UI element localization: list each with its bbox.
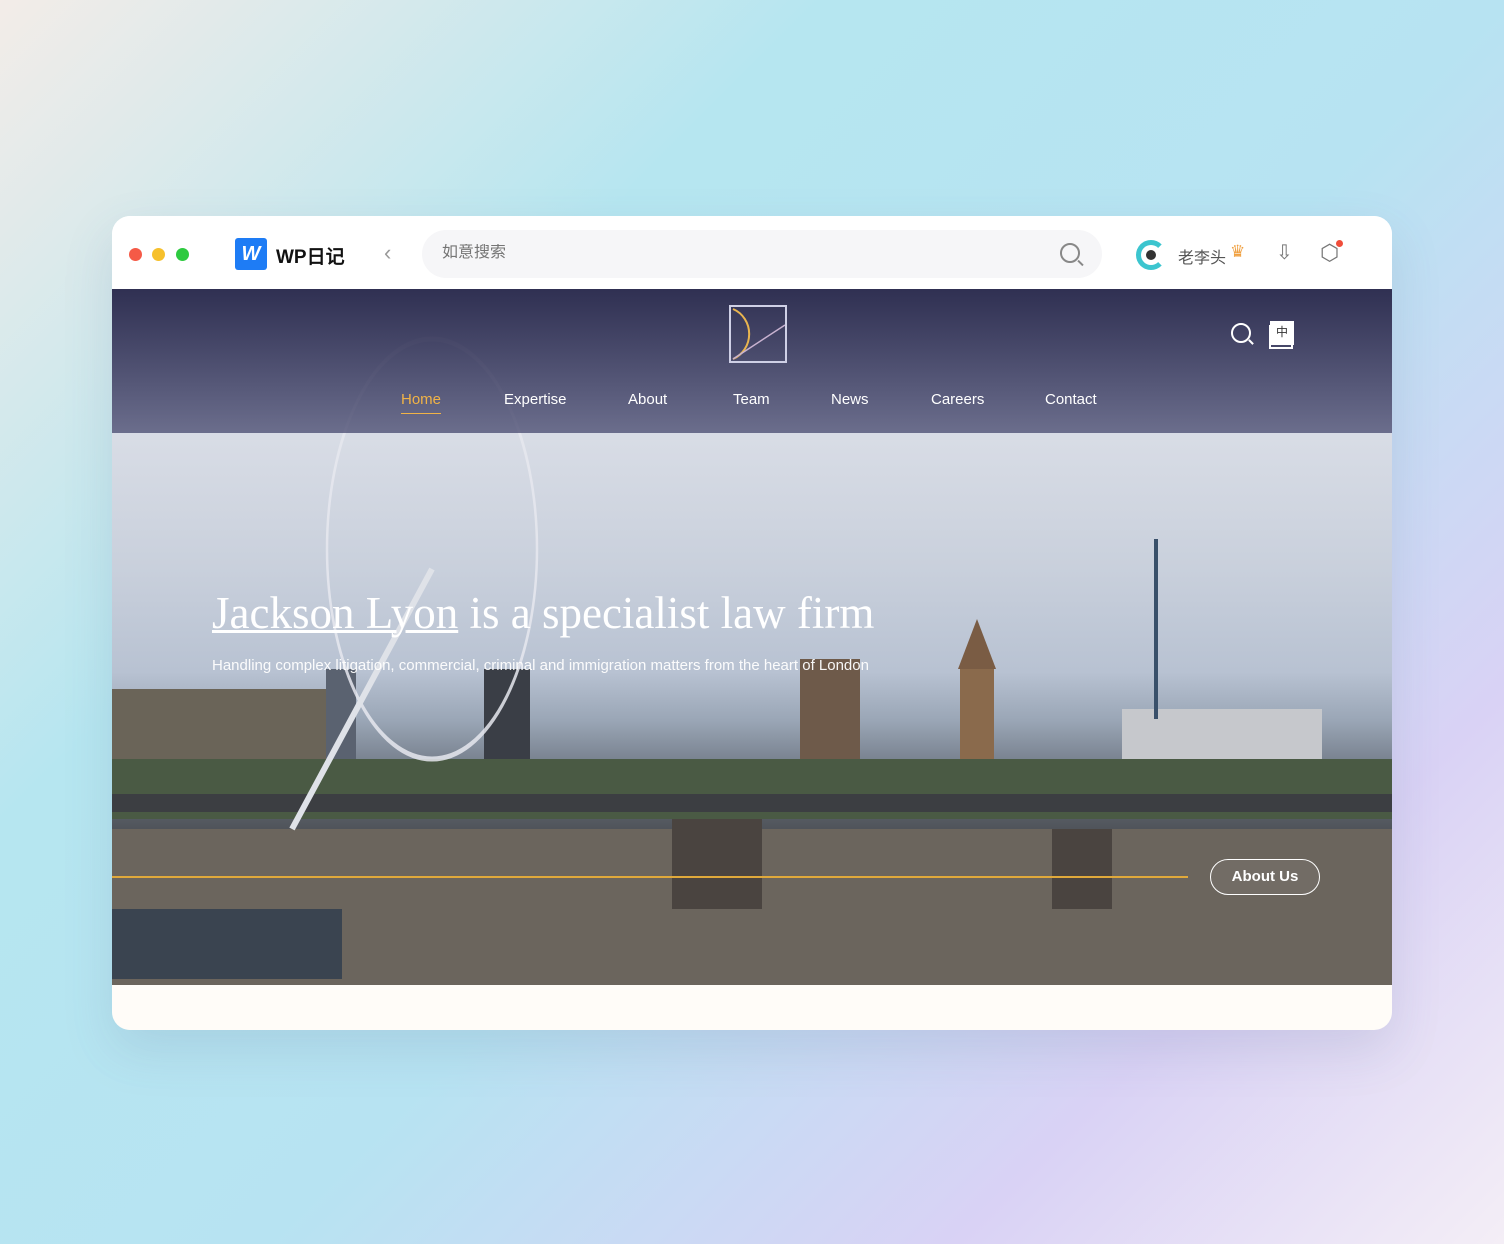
firm-name-link[interactable]: Jackson Lyon xyxy=(212,588,458,638)
nav-careers[interactable]: Careers xyxy=(931,391,984,408)
search-icon[interactable] xyxy=(1060,243,1080,263)
close-window-button[interactable] xyxy=(129,248,142,261)
nav-about[interactable]: About xyxy=(628,391,667,408)
hero-headline: Jackson Lyon is a specialist law firm xyxy=(212,587,874,639)
firm-logo[interactable] xyxy=(729,305,787,363)
nav-home[interactable]: Home xyxy=(401,391,442,414)
language-switch[interactable]: 中 xyxy=(1270,321,1294,345)
minimize-window-button[interactable] xyxy=(152,248,165,261)
back-chevron-icon[interactable]: ‹ xyxy=(384,240,391,266)
nav-expertise[interactable]: Expertise xyxy=(504,391,567,408)
nav-contact[interactable]: Contact xyxy=(1045,391,1097,408)
brand-name: WP日记 xyxy=(276,247,345,268)
settings-icon[interactable]: ⬡ xyxy=(1320,240,1344,266)
search-bar xyxy=(422,230,1102,278)
download-icon[interactable]: ⇩ xyxy=(1276,240,1293,265)
crown-icon: ♛ xyxy=(1230,242,1246,261)
browser-window: W WP日记 ‹ 老李头 ♛ ⇩ ⬡ Home Expertise About … xyxy=(112,216,1392,1030)
search-input[interactable] xyxy=(442,244,1002,262)
site-header: Home Expertise About Team News Careers C… xyxy=(112,289,1392,433)
browser-toolbar: W WP日记 ‹ 老李头 ♛ ⇩ ⬡ xyxy=(112,216,1392,289)
avatar-icon[interactable] xyxy=(1136,240,1166,270)
nav-news[interactable]: News xyxy=(831,391,869,408)
site-search-icon[interactable] xyxy=(1231,323,1251,343)
maximize-window-button[interactable] xyxy=(176,248,189,261)
headline-text: is a specialist law firm xyxy=(458,588,875,638)
username[interactable]: 老李头 xyxy=(1178,244,1226,268)
hero-subtitle: Handling complex litigation, commercial,… xyxy=(212,657,869,674)
about-us-button[interactable]: About Us xyxy=(1210,859,1320,895)
hero-section: Home Expertise About Team News Careers C… xyxy=(112,289,1392,985)
notification-dot xyxy=(1336,240,1344,247)
nav-team[interactable]: Team xyxy=(733,391,770,408)
accent-line xyxy=(112,876,1188,878)
wp-logo-icon: W xyxy=(235,238,267,270)
